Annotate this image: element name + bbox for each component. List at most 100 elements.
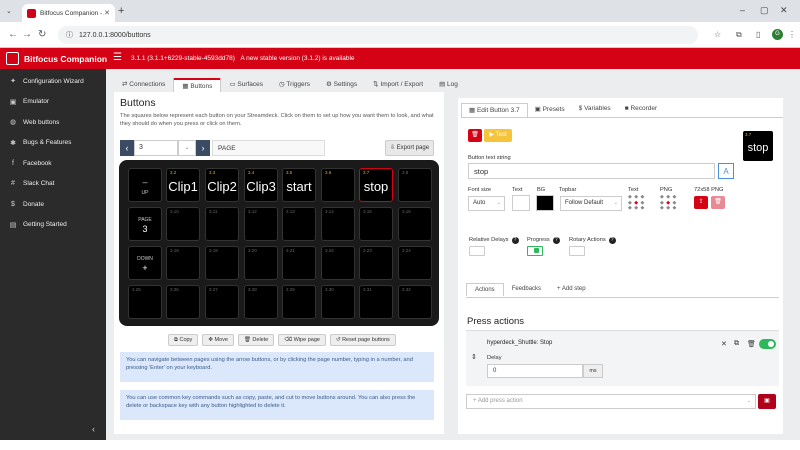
star-icon[interactable]: ☆: [714, 30, 721, 39]
button-3-27[interactable]: 3.27: [205, 285, 239, 319]
button-3-24[interactable]: 3.24: [398, 246, 432, 280]
drag-handle-icon[interactable]: ⇕: [471, 353, 477, 361]
trash-icon[interactable]: 🗑: [747, 340, 756, 348]
extensions-icon[interactable]: ⧉: [736, 30, 742, 40]
topbar-select[interactable]: Follow Default ⌄: [560, 196, 622, 211]
button-3-16[interactable]: 3.16: [398, 207, 432, 241]
button-3-18[interactable]: 3.18: [166, 246, 200, 280]
help-icon[interactable]: ?: [608, 237, 616, 244]
rotary-checkbox[interactable]: [569, 246, 585, 256]
button-text-input[interactable]: stop: [468, 163, 715, 179]
button-3-14[interactable]: 3.14: [321, 207, 355, 241]
button-3-19[interactable]: 3.19: [205, 246, 239, 280]
delete-png-button[interactable]: 🗑: [711, 196, 725, 209]
tab-triggers[interactable]: ◷ Triggers: [271, 78, 318, 92]
add-step-tab[interactable]: + Add step: [549, 283, 594, 296]
button-3-12[interactable]: 3.12: [244, 207, 278, 241]
sidebar-item-bugs-features[interactable]: ✱ Bugs & Features: [0, 133, 106, 154]
copy-button[interactable]: ⧉ Copy: [168, 334, 199, 346]
sidebar-item-slack-chat[interactable]: # Slack Chat: [0, 174, 106, 195]
button-3-4[interactable]: 3.4 Clip3: [244, 168, 278, 202]
browser-tab[interactable]: Bitfocus Companion - Admin ✕: [22, 4, 115, 22]
bg-color-swatch[interactable]: [536, 195, 554, 211]
button-up[interactable]: – UP: [128, 168, 162, 202]
tab-search-icon[interactable]: ⌄: [6, 7, 12, 15]
collapse-sidebar-icon[interactable]: ‹: [92, 424, 95, 434]
chevron-down-icon[interactable]: ⌄: [178, 140, 196, 156]
button-3-11[interactable]: 3.11: [205, 207, 239, 241]
help-icon[interactable]: ?: [552, 237, 560, 244]
test-button[interactable]: ▶ Test: [484, 129, 512, 142]
button-down[interactable]: DOWN +: [128, 246, 162, 280]
button-3-25[interactable]: 3.25: [128, 285, 162, 319]
button-3-5[interactable]: 3.5 start: [282, 168, 316, 202]
add-action-folder-button[interactable]: ▣: [758, 394, 776, 409]
sidepanel-icon[interactable]: ▯: [756, 30, 760, 39]
expression-toggle-icon[interactable]: A: [718, 163, 734, 179]
sidebar-item-configuration-wizard[interactable]: ✦ Configuration Wizard: [0, 71, 106, 92]
tab-log[interactable]: ▤ Log: [431, 78, 466, 92]
button-3-2[interactable]: 3.2 Clip1: [166, 168, 200, 202]
button-3-23[interactable]: 3.23: [359, 246, 393, 280]
duplicate-icon[interactable]: ⧉: [734, 340, 739, 348]
forward-icon[interactable]: →: [22, 29, 32, 40]
export-page-button[interactable]: ⇩ Export page: [385, 140, 434, 156]
sidebar-item-getting-started[interactable]: ▤ Getting Started: [0, 215, 106, 236]
button-3-13[interactable]: 3.13: [282, 207, 316, 241]
delete-button-icon[interactable]: 🗑: [468, 129, 482, 142]
sidebar-item-donate[interactable]: $ Donate: [0, 194, 106, 215]
tab-variables[interactable]: $ Variables: [572, 103, 618, 117]
minimize-icon[interactable]: –: [740, 5, 745, 15]
collapse-icon[interactable]: ✕: [721, 340, 727, 348]
action-enabled-toggle[interactable]: [759, 339, 776, 349]
button-3-32[interactable]: 3.32: [398, 285, 432, 319]
upload-png-button[interactable]: ⇪: [694, 196, 708, 209]
tab-feedbacks[interactable]: Feedbacks: [504, 283, 549, 296]
reset-page-button[interactable]: ↺ Reset page buttons: [329, 334, 396, 346]
url-field[interactable]: ⓘ 127.0.0.1:8000/buttons: [58, 26, 698, 44]
new-tab-icon[interactable]: +: [118, 5, 124, 17]
tab-settings[interactable]: ⚙ Settings: [318, 78, 365, 92]
wipe-page-button[interactable]: ⌫ Wipe page: [278, 334, 326, 346]
delete-button[interactable]: 🗑 Delete: [237, 334, 275, 346]
tab-edit-button[interactable]: ▦ Edit Button 3.7: [461, 103, 528, 117]
button-3-31[interactable]: 3.31: [359, 285, 393, 319]
tab-surfaces[interactable]: ▭ Surfaces: [221, 78, 271, 92]
close-tab-icon[interactable]: ✕: [104, 9, 110, 17]
next-page-button[interactable]: ›: [196, 140, 210, 156]
progress-checkbox[interactable]: [527, 246, 543, 256]
button-3-8[interactable]: 3.8: [398, 168, 432, 202]
font-size-select[interactable]: Auto ⌄: [468, 196, 505, 211]
button-page[interactable]: PAGE 3: [128, 207, 162, 241]
prev-page-button[interactable]: ‹: [120, 140, 134, 156]
button-3-28[interactable]: 3.28: [244, 285, 278, 319]
hamburger-menu-icon[interactable]: ☰: [113, 52, 122, 63]
update-notice[interactable]: A new stable version (3.1.2) is availabl…: [240, 55, 354, 62]
button-3-6[interactable]: 3.6: [321, 168, 355, 202]
tab-actions[interactable]: Actions: [466, 283, 504, 296]
close-window-icon[interactable]: ✕: [780, 5, 788, 16]
button-3-15[interactable]: 3.15: [359, 207, 393, 241]
button-3-30[interactable]: 3.30: [321, 285, 355, 319]
help-icon[interactable]: ?: [511, 237, 519, 244]
add-press-action-select[interactable]: + Add press action ⌄: [466, 394, 756, 409]
button-3-3[interactable]: 3.3 Clip2: [205, 168, 239, 202]
reload-icon[interactable]: ↻: [38, 29, 46, 40]
back-icon[interactable]: ←: [8, 29, 18, 40]
text-color-swatch[interactable]: [512, 195, 530, 211]
tab-buttons[interactable]: ▦ Buttons: [173, 78, 222, 92]
menu-kebab-icon[interactable]: ⋮: [788, 30, 796, 39]
relative-delays-checkbox[interactable]: [469, 246, 485, 256]
sidebar-item-web-buttons[interactable]: ◍ Web buttons: [0, 112, 106, 133]
button-3-26[interactable]: 3.26: [166, 285, 200, 319]
button-3-20[interactable]: 3.20: [244, 246, 278, 280]
tab-connections[interactable]: ⇄ Connections: [114, 78, 173, 92]
profile-avatar[interactable]: G: [772, 29, 783, 40]
button-3-22[interactable]: 3.22: [321, 246, 355, 280]
sidebar-item-emulator[interactable]: ▣ Emulator: [0, 92, 106, 113]
button-3-21[interactable]: 3.21: [282, 246, 316, 280]
maximize-icon[interactable]: ▢: [760, 5, 769, 16]
sidebar-item-facebook[interactable]: f Facebook: [0, 153, 106, 174]
button-3-7[interactable]: 3.7 stop: [359, 168, 393, 202]
move-button[interactable]: ✥ Move: [202, 334, 234, 346]
